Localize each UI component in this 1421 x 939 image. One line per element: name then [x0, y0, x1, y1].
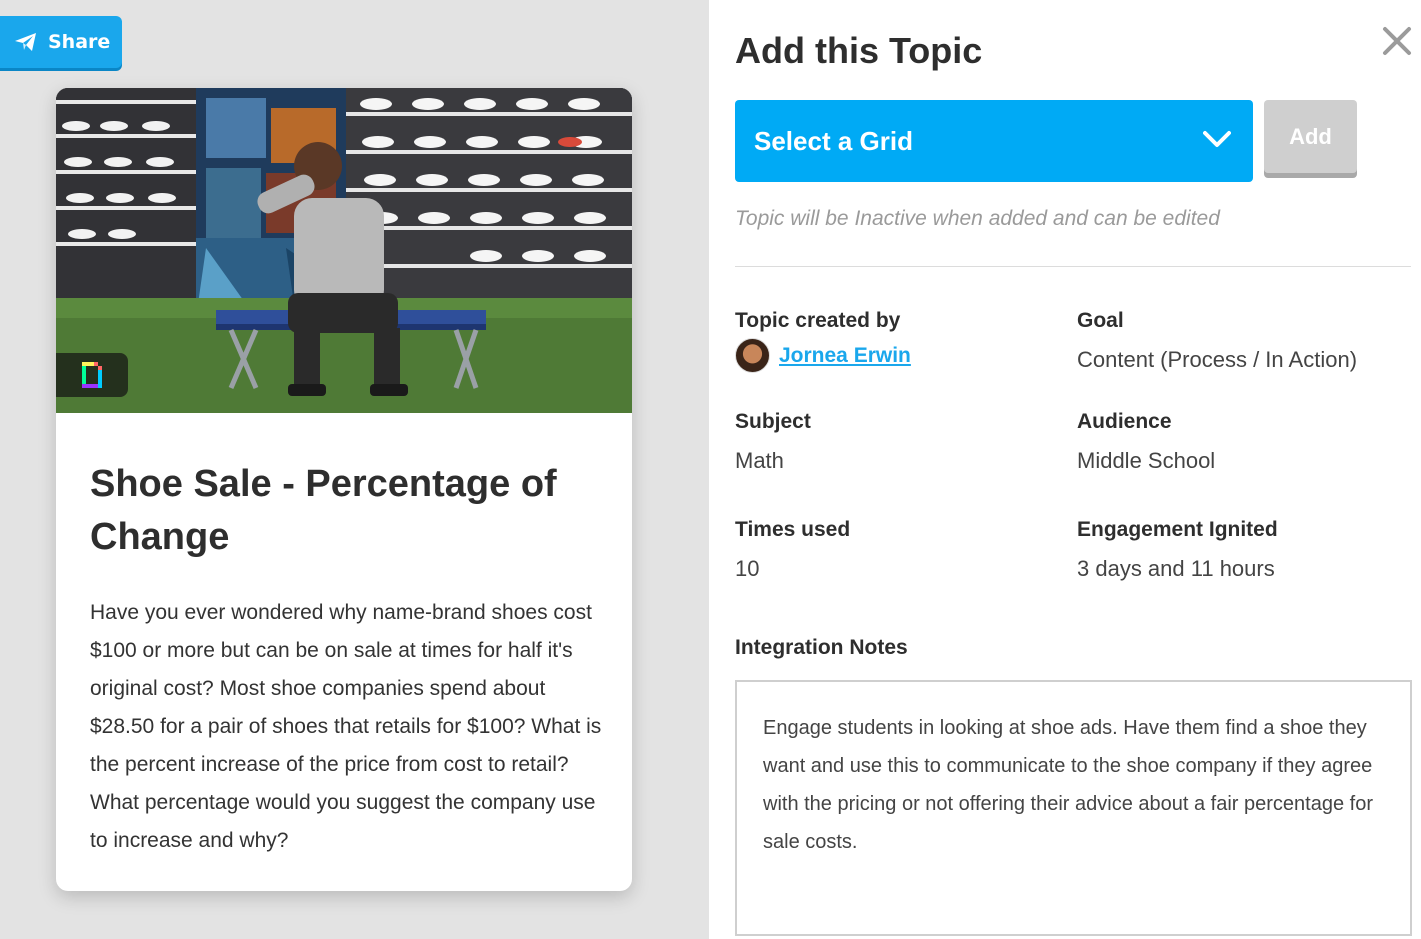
paper-plane-icon [15, 33, 36, 51]
integration-notes-label: Integration Notes [735, 636, 908, 659]
topic-description: Have you ever wondered why name-brand sh… [90, 601, 602, 852]
subject-value: Math [735, 448, 784, 473]
creator: Jornea Erwin [735, 338, 911, 373]
times-used-value: 10 [735, 556, 760, 581]
add-button[interactable]: Add [1264, 100, 1357, 173]
goal-value: Content (Process / In Action) [1077, 347, 1358, 372]
shoe-store-illustration [56, 88, 632, 413]
share-button-label: Share [48, 31, 111, 53]
engagement-label: Engagement Ignited [1077, 518, 1278, 541]
subject-label: Subject [735, 410, 811, 433]
engagement-value: 3 days and 11 hours [1077, 556, 1275, 581]
creator-link[interactable]: Jornea Erwin [779, 344, 911, 368]
inactive-hint: Topic will be Inactive when added and ca… [735, 207, 1220, 230]
share-button[interactable]: Share [0, 16, 122, 68]
audience-label: Audience [1077, 410, 1172, 433]
close-icon[interactable] [1380, 24, 1414, 58]
select-grid-label: Select a Grid [754, 125, 913, 156]
topic-card: Shoe Sale - Percentage of Change Have yo… [56, 88, 632, 891]
avatar [735, 338, 770, 373]
panel-title: Add this Topic [735, 30, 983, 71]
topic-preview-pane: Share Shoe Sale - Percentage of Change H… [0, 0, 709, 939]
select-grid-dropdown[interactable]: Select a Grid [735, 100, 1253, 182]
topic-title: Shoe Sale - Percentage of Change [90, 463, 557, 558]
times-used-label: Times used [735, 518, 851, 541]
topic-video-thumbnail[interactable] [56, 88, 632, 413]
audience-value: Middle School [1077, 448, 1216, 473]
giphy-icon [82, 362, 102, 388]
divider [735, 266, 1411, 267]
chevron-down-icon [1203, 131, 1231, 147]
giphy-badge [56, 353, 128, 397]
created-by-label: Topic created by [735, 309, 901, 332]
integration-notes-text[interactable]: Engage students in looking at shoe ads. … [735, 680, 1412, 936]
topic-card-body: Shoe Sale - Percentage of Change Have yo… [90, 458, 605, 860]
goal-label: Goal [1077, 309, 1124, 332]
